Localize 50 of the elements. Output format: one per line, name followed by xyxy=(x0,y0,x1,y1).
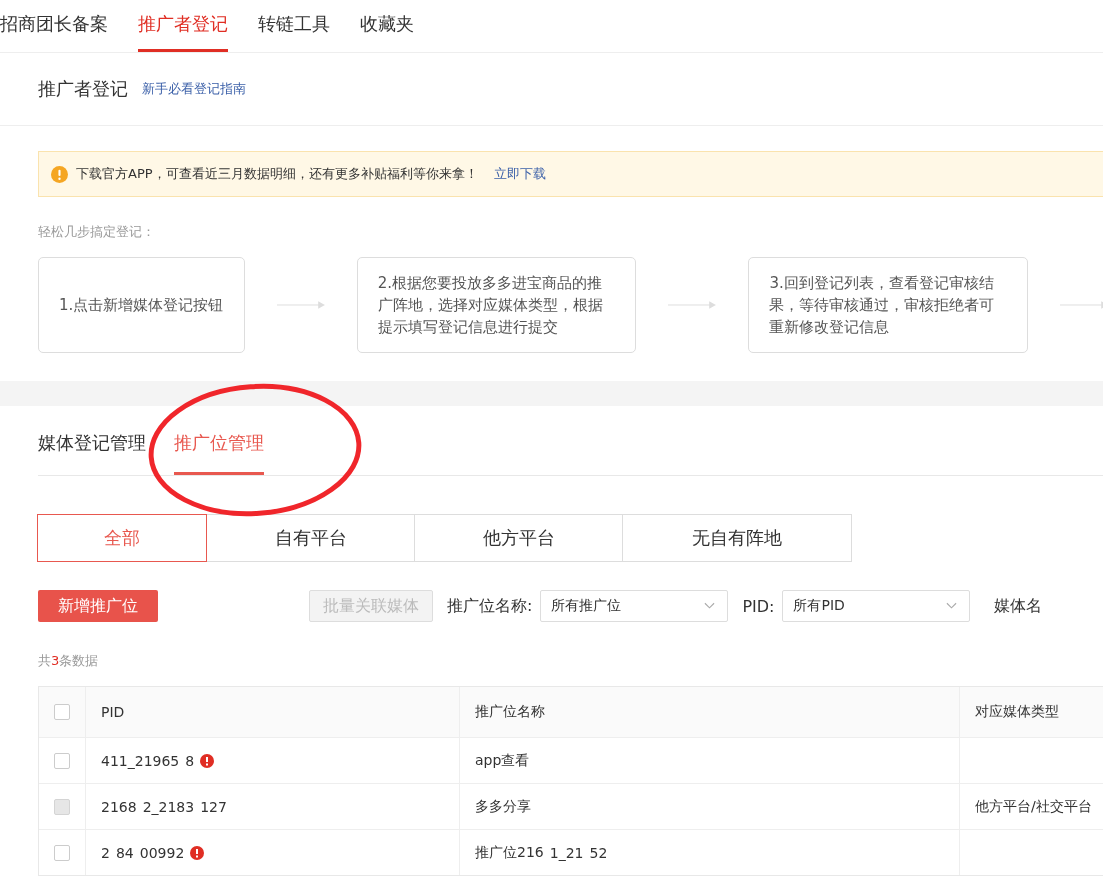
tab[interactable]: 媒体登记管理 xyxy=(38,431,146,475)
segment-tab[interactable]: 无自有阵地 xyxy=(622,514,852,562)
guide-link[interactable]: 新手必看登记指南 xyxy=(142,80,246,98)
arrow-icon xyxy=(668,300,717,310)
tab[interactable]: 推广位管理 xyxy=(174,431,264,475)
column-header: 对应媒体类型 xyxy=(975,703,1059,721)
name-text: 推广位216 xyxy=(475,843,544,862)
checkbox[interactable] xyxy=(54,844,70,861)
filter-select[interactable]: 所有推广位 xyxy=(540,590,729,622)
name-text: 52 xyxy=(589,844,608,861)
filter-label: 推广位名称: xyxy=(447,595,533,617)
pid-text: 2 xyxy=(101,844,110,861)
pid-text: 2168 xyxy=(101,798,137,815)
pid-text: 00992 xyxy=(139,844,185,861)
caret-icon xyxy=(946,602,958,610)
arrow-icon xyxy=(276,300,325,310)
download-link[interactable]: 立即下载 xyxy=(493,165,546,183)
step-card: 2.根据您要投放多多进宝商品的推广阵地，选择对应媒体类型，根据提示填写登记信息进行提交 xyxy=(356,257,637,353)
name-text: app查看 xyxy=(475,751,530,770)
nav-tab[interactable]: 招商团长备案 xyxy=(0,0,108,52)
pid-text: 8 xyxy=(185,752,195,769)
steps-label: 轻松几步搞定登记： xyxy=(38,223,156,241)
section-title: 推广者登记 xyxy=(38,77,128,101)
pid-text: 2_2183 xyxy=(142,798,195,815)
checkbox[interactable] xyxy=(54,752,70,769)
filter-label: PID: xyxy=(742,596,775,616)
filter-select[interactable]: 所有PID xyxy=(782,590,971,622)
filter-label: 媒体名 xyxy=(994,595,1043,617)
column-header: 推广位名称 xyxy=(475,703,545,721)
record-count: 共3条数据 xyxy=(38,652,100,670)
notice-text: 下载官方APP，可查看近三月数据明细，还有更多补贴福利等你来拿！ xyxy=(76,165,478,183)
media-type-text: 他方平台/社交平台 xyxy=(975,797,1092,816)
segment-tab[interactable]: 自有平台 xyxy=(206,514,415,562)
warning-icon xyxy=(51,165,68,183)
column-header: PID xyxy=(101,704,125,720)
name-text: 1_21 xyxy=(549,844,584,861)
checkbox[interactable] xyxy=(54,704,70,720)
pid-text: 127 xyxy=(200,798,227,815)
caret-icon xyxy=(704,602,716,610)
pid-text: 84 xyxy=(115,844,134,861)
nav-tab[interactable]: 转链工具 xyxy=(258,0,330,52)
segment-tab[interactable]: 全部 xyxy=(37,514,207,562)
arrow-icon xyxy=(1060,300,1103,310)
name-text: 多多分享 xyxy=(475,797,531,816)
step-card: 1.点击新增媒体登记按钮 xyxy=(38,257,245,353)
add-button[interactable]: 新增推广位 xyxy=(38,590,158,622)
nav-tab[interactable]: 收藏夹 xyxy=(360,0,414,52)
pid-text: 411_21965 xyxy=(101,752,180,769)
segment-tab[interactable]: 他方平台 xyxy=(414,514,623,562)
step-card: 3.回到登记列表，查看登记审核结果，等待审核通过，审核拒绝者可重新修改登记信息 xyxy=(748,257,1029,353)
